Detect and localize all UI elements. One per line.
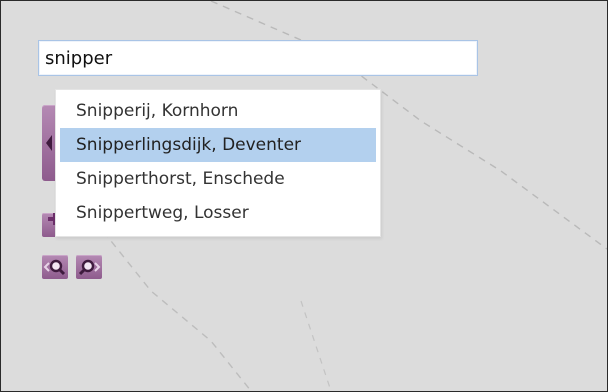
suggestion-item[interactable]: Snippertweg, Losser: [60, 196, 376, 230]
search-input[interactable]: [38, 40, 478, 76]
suggestion-item-selected[interactable]: Snipperlingsdijk, Deventer: [60, 128, 376, 162]
suggestion-item[interactable]: Snipperij, Kornhorn: [60, 94, 376, 128]
zoom-previous-icon: [43, 259, 66, 276]
zoom-next-button[interactable]: [76, 255, 102, 279]
zoom-next-icon: [78, 259, 101, 276]
map-viewport[interactable]: Snipperij, Kornhorn Snipperlingsdijk, De…: [0, 0, 608, 392]
zoom-previous-button[interactable]: [42, 255, 68, 279]
autocomplete-dropdown: Snipperij, Kornhorn Snipperlingsdijk, De…: [55, 89, 381, 237]
suggestion-item[interactable]: Snipperthorst, Enschede: [60, 162, 376, 196]
